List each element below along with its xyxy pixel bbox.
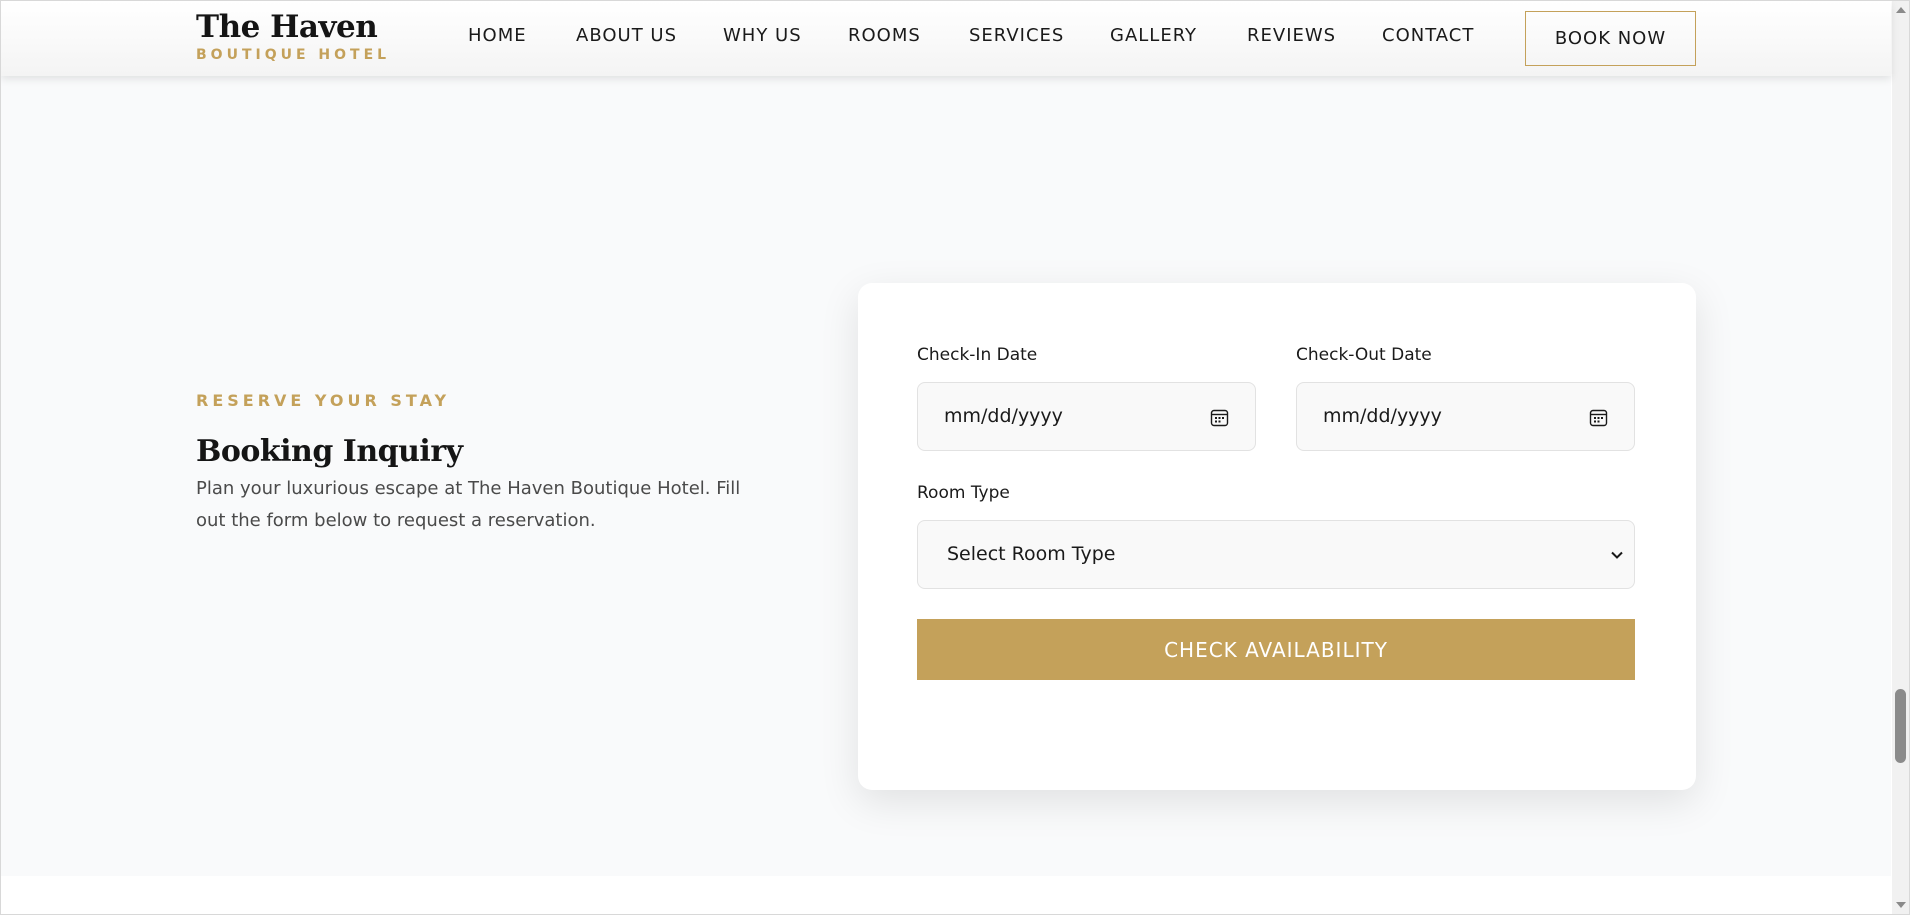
check-in-placeholder: mm/dd/yyyy: [944, 405, 1063, 427]
booking-form-card: Check-In Date mm/dd/yyyy Check-Out Date …: [858, 283, 1696, 790]
scrollbar-thumb[interactable]: [1895, 689, 1906, 763]
section-description: Plan your luxurious escape at The Haven …: [196, 478, 741, 531]
check-availability-button[interactable]: CHECK AVAILABILITY: [917, 619, 1635, 680]
scrollbar[interactable]: [1892, 1, 1909, 914]
check-in-input[interactable]: mm/dd/yyyy: [917, 382, 1256, 451]
chevron-down-icon: [1611, 551, 1623, 559]
scroll-down-arrow-icon[interactable]: [1896, 902, 1906, 908]
nav-home[interactable]: HOME: [468, 25, 527, 46]
calendar-icon[interactable]: [1210, 408, 1229, 427]
check-out-input[interactable]: mm/dd/yyyy: [1296, 382, 1635, 451]
book-now-button[interactable]: BOOK NOW: [1525, 11, 1696, 66]
nav-rooms[interactable]: ROOMS: [848, 25, 921, 46]
room-type-label: Room Type: [917, 483, 1010, 503]
nav-services[interactable]: SERVICES: [969, 25, 1064, 46]
check-out-label: Check-Out Date: [1296, 345, 1432, 365]
scroll-up-arrow-icon[interactable]: [1896, 7, 1906, 13]
page: The Haven BOUTIQUE HOTEL HOME ABOUT US W…: [0, 0, 1910, 915]
nav-about-us[interactable]: ABOUT US: [576, 25, 677, 46]
calendar-icon[interactable]: [1589, 408, 1608, 427]
nav-reviews[interactable]: REVIEWS: [1247, 25, 1336, 46]
nav-gallery[interactable]: GALLERY: [1110, 25, 1197, 46]
nav-contact[interactable]: CONTACT: [1382, 25, 1474, 46]
booking-section: RESERVE YOUR STAY Booking Inquiry Plan y…: [1, 76, 1891, 876]
logo-title[interactable]: The Haven: [196, 9, 378, 45]
check-in-label: Check-In Date: [917, 345, 1038, 365]
check-out-placeholder: mm/dd/yyyy: [1323, 405, 1442, 427]
room-type-value: Select Room Type: [947, 543, 1116, 565]
section-title: Booking Inquiry: [196, 434, 463, 469]
site-header: The Haven BOUTIQUE HOTEL HOME ABOUT US W…: [1, 1, 1891, 76]
nav-why-us[interactable]: WHY US: [723, 25, 802, 46]
section-eyebrow: RESERVE YOUR STAY: [196, 391, 451, 410]
room-type-select[interactable]: Select Room Type: [917, 520, 1635, 589]
logo-subtitle: BOUTIQUE HOTEL: [196, 47, 391, 63]
